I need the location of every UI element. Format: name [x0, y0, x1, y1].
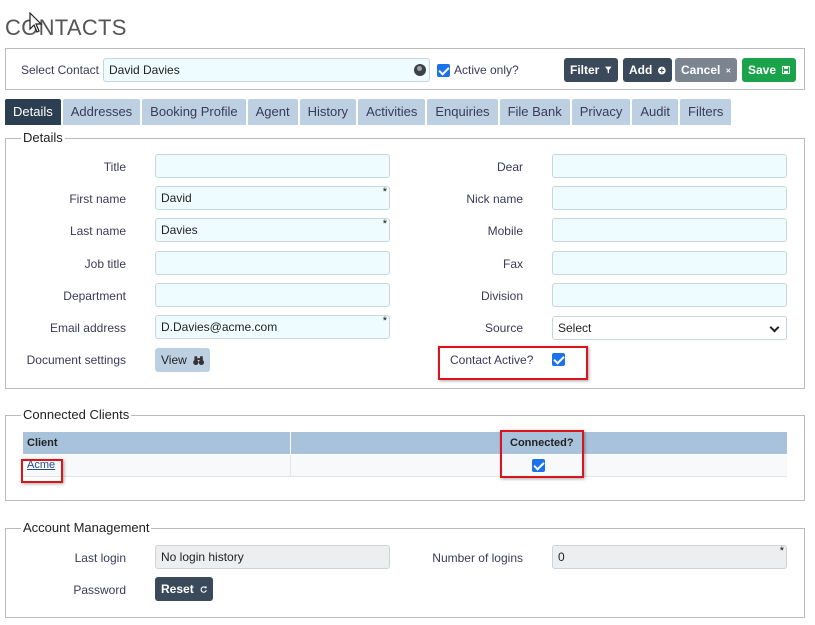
last-name-input[interactable]: Davies * [155, 218, 390, 242]
chevron-down-icon [769, 322, 780, 333]
globe-icon[interactable] [414, 64, 426, 76]
fax-input[interactable] [552, 251, 787, 275]
number-of-logins-value: 0 [558, 550, 565, 564]
last-name-label: Last name [69, 224, 126, 238]
department-label: Department [63, 289, 126, 303]
required-marker: * [382, 315, 387, 327]
reset-button-label: Reset [161, 582, 194, 596]
password-label: Password [73, 583, 126, 597]
email-address-label: Email address [49, 321, 126, 335]
connected-clients-legend: Connected Clients [21, 407, 132, 422]
account-management-fieldset [5, 528, 805, 618]
division-input[interactable] [552, 283, 787, 307]
select-contact-value: David Davies [109, 63, 180, 77]
mouse-cursor-icon [29, 12, 43, 33]
page-title: CONTACTS [5, 15, 127, 40]
email-address-value: D.Davies@acme.com [161, 320, 278, 334]
first-name-input[interactable]: David * [155, 186, 390, 210]
active-only-label: Active only? [454, 63, 519, 77]
fax-label: Fax [502, 257, 523, 271]
plus-circle-icon [658, 66, 666, 74]
column-header-blank [290, 432, 291, 454]
binoculars-icon [192, 355, 204, 365]
last-login-label: Last login [74, 551, 126, 565]
highlight-client [21, 459, 63, 483]
tab-filters[interactable]: Filters [680, 99, 732, 125]
required-marker: * [779, 545, 784, 557]
first-name-label: First name [69, 192, 126, 206]
job-title-input[interactable] [155, 251, 390, 275]
filter-button-label: Filter [570, 63, 600, 77]
number-of-logins-field: 0 * [552, 545, 787, 569]
tab-privacy[interactable]: Privacy [571, 99, 631, 125]
last-login-value: No login history [161, 550, 244, 564]
reset-password-button[interactable]: Reset [155, 577, 213, 601]
tab-history[interactable]: History [299, 99, 357, 125]
mobile-label: Mobile [487, 224, 523, 238]
save-button[interactable]: Save [742, 58, 796, 82]
department-input[interactable] [155, 283, 390, 307]
tab-booking-profile[interactable]: Booking Profile [142, 99, 246, 125]
details-legend: Details [21, 130, 65, 145]
add-button[interactable]: Add [623, 58, 672, 82]
select-contact-input[interactable]: David Davies [103, 58, 430, 82]
tab-details[interactable]: Details [5, 99, 61, 125]
required-marker: * [382, 218, 387, 230]
email-address-input[interactable]: D.Davies@acme.com * [155, 315, 390, 339]
document-settings-label: Document settings [26, 353, 126, 367]
title-input[interactable] [155, 154, 390, 178]
funnel-icon [605, 66, 612, 74]
number-of-logins-label: Number of logins [432, 551, 523, 565]
tab-audit[interactable]: Audit [632, 99, 679, 125]
tab-activities[interactable]: Activities [358, 99, 426, 125]
refresh-icon [200, 585, 207, 593]
nick-name-input[interactable] [552, 186, 787, 210]
account-management-legend: Account Management [21, 520, 152, 535]
job-title-label: Job title [84, 257, 126, 271]
nick-name-label: Nick name [466, 192, 523, 206]
close-icon [726, 67, 731, 73]
table-row: Acme [23, 455, 787, 477]
column-header-client: Client [27, 437, 58, 449]
dear-label: Dear [496, 160, 523, 174]
dear-input[interactable] [552, 154, 787, 178]
mobile-input[interactable] [552, 218, 787, 242]
source-select-value: Select [558, 321, 592, 335]
clients-table-header: Client Connected? [23, 432, 787, 454]
view-button[interactable]: View [155, 348, 210, 372]
add-button-label: Add [629, 63, 653, 77]
highlight-contact-active [438, 346, 588, 380]
floppy-disk-icon [782, 65, 790, 75]
required-marker: * [382, 186, 387, 198]
tab-agent[interactable]: Agent [247, 99, 298, 125]
tab-enquiries[interactable]: Enquiries [427, 99, 498, 125]
first-name-value: David [161, 191, 192, 205]
last-login-field: No login history [155, 545, 390, 569]
tab-file-bank[interactable]: File Bank [499, 99, 570, 125]
title-label: Title [103, 160, 126, 174]
contact-selector-bar: Select Contact David Davies Active only?… [5, 48, 805, 90]
filter-button[interactable]: Filter [564, 58, 618, 82]
tab-addresses[interactable]: Addresses [62, 99, 141, 125]
source-label: Source [484, 321, 523, 335]
active-only-checkbox[interactable] [437, 64, 450, 77]
tab-bar: Details Addresses Booking Profile Agent Hist… [5, 99, 732, 125]
cancel-button[interactable]: Cancel [675, 58, 737, 82]
row-divider [290, 455, 291, 477]
view-button-label: View [161, 353, 187, 367]
source-select[interactable]: Select [552, 316, 787, 340]
division-label: Division [480, 289, 523, 303]
highlight-connected [500, 430, 584, 478]
last-name-value: Davies [161, 223, 198, 237]
save-button-label: Save [748, 63, 777, 77]
cancel-button-label: Cancel [681, 63, 721, 77]
select-contact-label: Select Contact [20, 63, 99, 77]
